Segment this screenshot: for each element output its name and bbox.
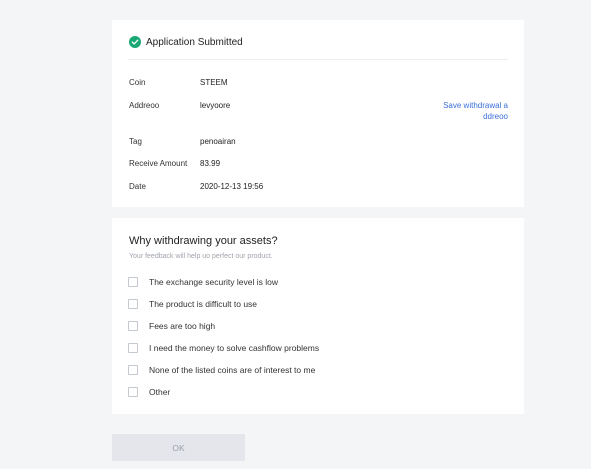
receive-amount-value: 83.99: [200, 159, 221, 168]
feedback-card: Why withdrawing your assets? Your feedba…: [112, 218, 524, 414]
option-label: The product is difficult to use: [149, 298, 258, 309]
status-title: Application Submitted: [146, 37, 243, 48]
feedback-option-fees[interactable]: Fees are too high: [128, 319, 488, 333]
address-label: Addreoo: [129, 101, 160, 110]
feedback-option-cashflow[interactable]: I need the money to solve cashflow probl…: [128, 341, 488, 355]
option-label: Fees are too high: [149, 320, 216, 331]
date-label: Date: [129, 182, 146, 191]
check-circle-icon: [129, 36, 141, 48]
feedback-option-coins[interactable]: None of the listed coins are of interest…: [128, 363, 488, 377]
checkbox[interactable]: [128, 343, 138, 353]
receive-amount-label: Receive Amount: [129, 159, 188, 168]
divider: [128, 59, 508, 60]
coin-label: Coin: [129, 78, 146, 87]
option-label: None of the listed coins are of interest…: [149, 364, 316, 375]
save-withdrawal-address-link[interactable]: Save withdrawal a ddreoo: [428, 100, 508, 122]
feedback-option-difficult[interactable]: The product is difficult to use: [128, 297, 488, 311]
date-value: 2020-12-13 19:56: [200, 182, 264, 191]
feedback-option-security[interactable]: The exchange security level is low: [128, 275, 488, 289]
checkbox[interactable]: [128, 387, 138, 397]
tag-value: penoairan: [200, 137, 236, 146]
feedback-title: Why withdrawing your assets?: [129, 235, 278, 247]
checkbox[interactable]: [128, 299, 138, 309]
coin-value: STEEM: [200, 78, 228, 87]
feedback-option-other[interactable]: Other: [128, 385, 488, 399]
checkbox[interactable]: [128, 277, 138, 287]
option-label: I need the money to solve cashflow probl…: [149, 342, 320, 353]
withdrawal-result-page: Application Submitted Coin STEEM Addreoo…: [0, 0, 591, 469]
checkbox[interactable]: [128, 321, 138, 331]
application-status-card: Application Submitted Coin STEEM Addreoo…: [112, 20, 524, 207]
ok-button[interactable]: OK: [112, 434, 245, 461]
feedback-subtitle: Your feedback will help uo perfect our p…: [129, 253, 273, 260]
option-label: The exchange security level is low: [149, 276, 278, 287]
tag-label: Tag: [129, 137, 142, 146]
address-value: levyoore: [200, 101, 231, 110]
checkbox[interactable]: [128, 365, 138, 375]
option-label: Other: [149, 386, 171, 397]
